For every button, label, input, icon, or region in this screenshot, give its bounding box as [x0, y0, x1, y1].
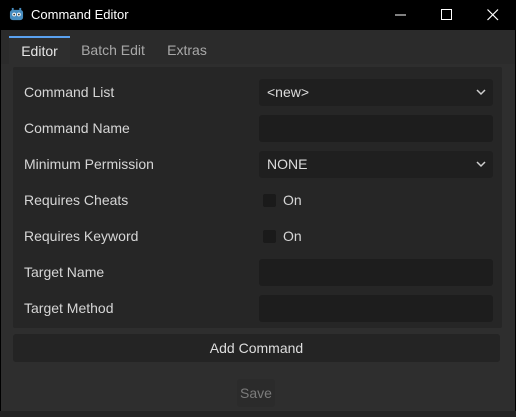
tab-bar: Editor Batch Edit Extras [1, 30, 515, 66]
command-name-input[interactable] [259, 115, 493, 142]
minimize-icon [395, 14, 406, 16]
add-command-button[interactable]: Add Command [13, 334, 500, 362]
chevron-down-icon [476, 161, 486, 168]
maximize-button[interactable] [424, 0, 470, 30]
requires-cheats-on-label: On [283, 192, 302, 208]
command-form: Command List <new> Command Name Minimum … [13, 67, 502, 328]
command-list-select[interactable]: <new> [259, 79, 493, 106]
requires-cheats-checkbox[interactable]: On [259, 187, 493, 214]
requires-keyword-label: Requires Keyword [24, 228, 139, 244]
close-button[interactable] [470, 0, 516, 30]
editor-content: Command List <new> Command Name Minimum … [1, 64, 515, 416]
requires-cheats-label: Requires Cheats [24, 192, 129, 208]
target-name-input[interactable] [259, 259, 493, 286]
requires-keyword-checkbox[interactable]: On [259, 223, 493, 250]
tab-batch-edit[interactable]: Batch Edit [71, 36, 155, 64]
tab-editor[interactable]: Editor [9, 36, 70, 66]
tab-extras[interactable]: Extras [156, 36, 218, 64]
godot-icon [9, 7, 24, 21]
window-title: Command Editor [31, 7, 129, 22]
minimum-permission-label: Minimum Permission [24, 156, 154, 172]
minimum-permission-value: NONE [267, 156, 308, 172]
target-method-label: Target Method [24, 300, 114, 316]
minimize-button[interactable] [378, 0, 424, 30]
target-name-label: Target Name [24, 264, 105, 280]
close-icon [487, 9, 499, 21]
command-list-label: Command List [24, 84, 115, 100]
save-button[interactable]: Save [237, 379, 275, 407]
minimum-permission-select[interactable]: NONE [259, 151, 493, 178]
title-bar[interactable]: Command Editor [0, 0, 516, 30]
command-list-value: <new> [267, 84, 310, 100]
background-window-strip [0, 411, 516, 417]
target-method-input[interactable] [259, 295, 493, 322]
maximize-icon [441, 9, 452, 20]
chevron-down-icon [476, 89, 486, 96]
checkbox-box[interactable] [263, 194, 276, 207]
checkbox-box[interactable] [263, 230, 276, 243]
requires-keyword-on-label: On [283, 228, 302, 244]
command-name-label: Command Name [24, 120, 130, 136]
